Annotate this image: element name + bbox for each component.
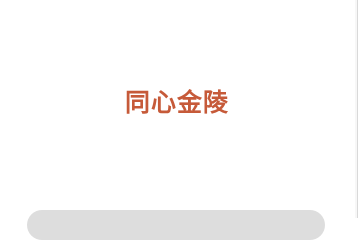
app-logo: 同心金陵 [112,85,242,119]
bottom-action-button[interactable] [27,210,325,240]
app-logo-text: 同心金陵 [124,87,229,117]
splash-screen: 同心金陵 [0,0,361,240]
window-edge-divider [355,0,361,218]
